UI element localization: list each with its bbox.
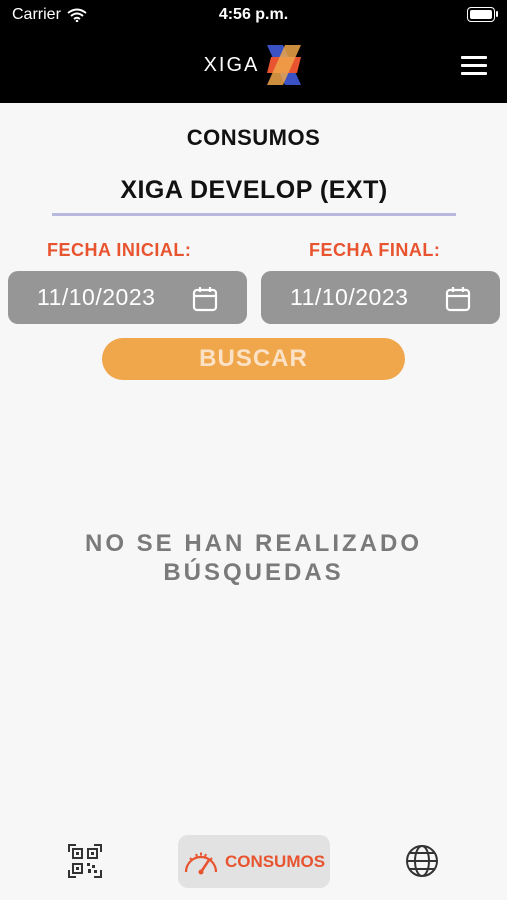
globe-icon — [406, 845, 438, 877]
calendar-icon — [192, 287, 218, 312]
battery-icon — [467, 7, 498, 22]
empty-state-line-1: NO SE HAN REALIZADO — [84, 530, 422, 557]
end-date-picker[interactable]: 11/10/2023 — [261, 271, 500, 324]
tab-web[interactable] — [405, 844, 439, 883]
hamburger-menu-icon[interactable] — [461, 56, 487, 76]
gauge-icon — [184, 852, 218, 874]
company-name: XIGA DEVELOP (EXT) — [52, 176, 456, 216]
bottom-tab-bar: CONSUMOS — [0, 826, 507, 900]
tab-consumos-label: CONSUMOS — [224, 851, 326, 871]
start-date-picker[interactable]: 11/10/2023 — [8, 271, 247, 324]
tab-consumos[interactable]: CONSUMOS — [178, 835, 330, 888]
end-date-value: 11/10/2023 — [290, 284, 409, 310]
qr-code-icon — [68, 844, 102, 878]
tab-qr[interactable] — [67, 843, 103, 884]
start-date-value: 11/10/2023 — [37, 284, 156, 310]
app-header: Carrier 4:56 p.m. XIGA — [0, 0, 507, 103]
clock: 4:56 p.m. — [218, 6, 289, 23]
page-title: CONSUMOS — [186, 125, 321, 150]
end-date-label: FECHA FINAL: — [309, 240, 441, 260]
calendar-icon — [445, 287, 471, 312]
empty-state-message: NO SE HAN REALIZADO BÚSQUEDAS — [0, 529, 507, 587]
empty-state-line-2: BÚSQUEDAS — [163, 559, 344, 586]
brand-name: XIGA — [203, 53, 260, 76]
status-bar: Carrier 4:56 p.m. — [0, 0, 507, 32]
brand-logo: XIGA — [0, 42, 507, 88]
xiga-logo-icon — [267, 45, 302, 85]
start-date-label: FECHA INICIAL: — [47, 240, 192, 260]
search-button[interactable]: BUSCAR — [102, 338, 405, 380]
